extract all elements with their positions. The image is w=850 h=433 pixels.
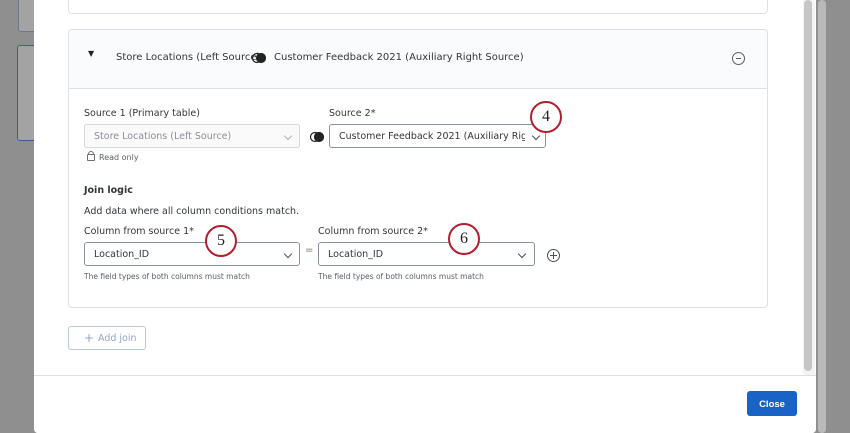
header-right-source: Customer Feedback 2021 (Auxiliary Right … [274, 52, 524, 63]
chevron-down-icon [283, 249, 293, 259]
join-icon [310, 131, 324, 143]
column1-select[interactable]: Location_ID [84, 242, 300, 266]
column2-value: Location_ID [328, 249, 384, 260]
source1-label: Source 1 (Primary table) [84, 108, 200, 119]
close-button[interactable]: Close [747, 391, 797, 416]
modal-body: ▼ Store Locations (Left Source) Customer… [34, 0, 816, 375]
previous-join-card [68, 0, 768, 14]
modal-footer: Close [34, 375, 816, 433]
chevron-down-icon [517, 249, 527, 259]
column2-select[interactable]: Location_ID [318, 242, 535, 266]
join-logic-heading: Join logic [84, 185, 133, 196]
source2-select[interactable]: Customer Feedback 2021 (Auxiliary Right [329, 124, 546, 148]
plus-icon: + [84, 331, 95, 345]
chevron-down-icon [531, 131, 541, 141]
source1-select: Store Locations (Left Source) [84, 124, 300, 148]
add-join-label: Add join [98, 333, 137, 344]
callout-6: 6 [448, 223, 480, 255]
header-left-source: Store Locations (Left Source) [116, 52, 261, 63]
minus-circle-icon[interactable] [732, 52, 745, 65]
column2-hint: The field types of both columns must mat… [318, 272, 484, 281]
join-icon [252, 52, 266, 64]
caret-down-icon[interactable]: ▼ [88, 49, 94, 58]
page-scrollbar-thumb[interactable] [818, 0, 826, 433]
equals-sign: = [305, 245, 314, 256]
column1-label: Column from source 1* [84, 226, 194, 237]
add-join-button[interactable]: + Add join [68, 326, 146, 350]
chevron-down-icon [283, 131, 293, 141]
source2-label: Source 2* [329, 108, 376, 119]
plus-circle-icon[interactable] [547, 249, 560, 262]
source2-value: Customer Feedback 2021 (Auxiliary Right [339, 131, 525, 142]
lock-icon [87, 151, 95, 161]
callout-4: 4 [530, 101, 562, 133]
read-only-label: Read only [99, 153, 139, 162]
column2-label: Column from source 2* [318, 226, 428, 237]
callout-5: 5 [205, 225, 237, 257]
join-card-header[interactable]: ▼ Store Locations (Left Source) Customer… [69, 30, 767, 89]
column1-value: Location_ID [94, 249, 150, 260]
column1-hint: The field types of both columns must mat… [84, 272, 250, 281]
modal-scrollbar-thumb[interactable] [804, 0, 812, 371]
join-card: ▼ Store Locations (Left Source) Customer… [68, 29, 768, 308]
join-logic-description: Add data where all column conditions mat… [84, 206, 300, 217]
join-editor-modal: ▼ Store Locations (Left Source) Customer… [34, 0, 816, 433]
source1-value: Store Locations (Left Source) [94, 131, 232, 142]
